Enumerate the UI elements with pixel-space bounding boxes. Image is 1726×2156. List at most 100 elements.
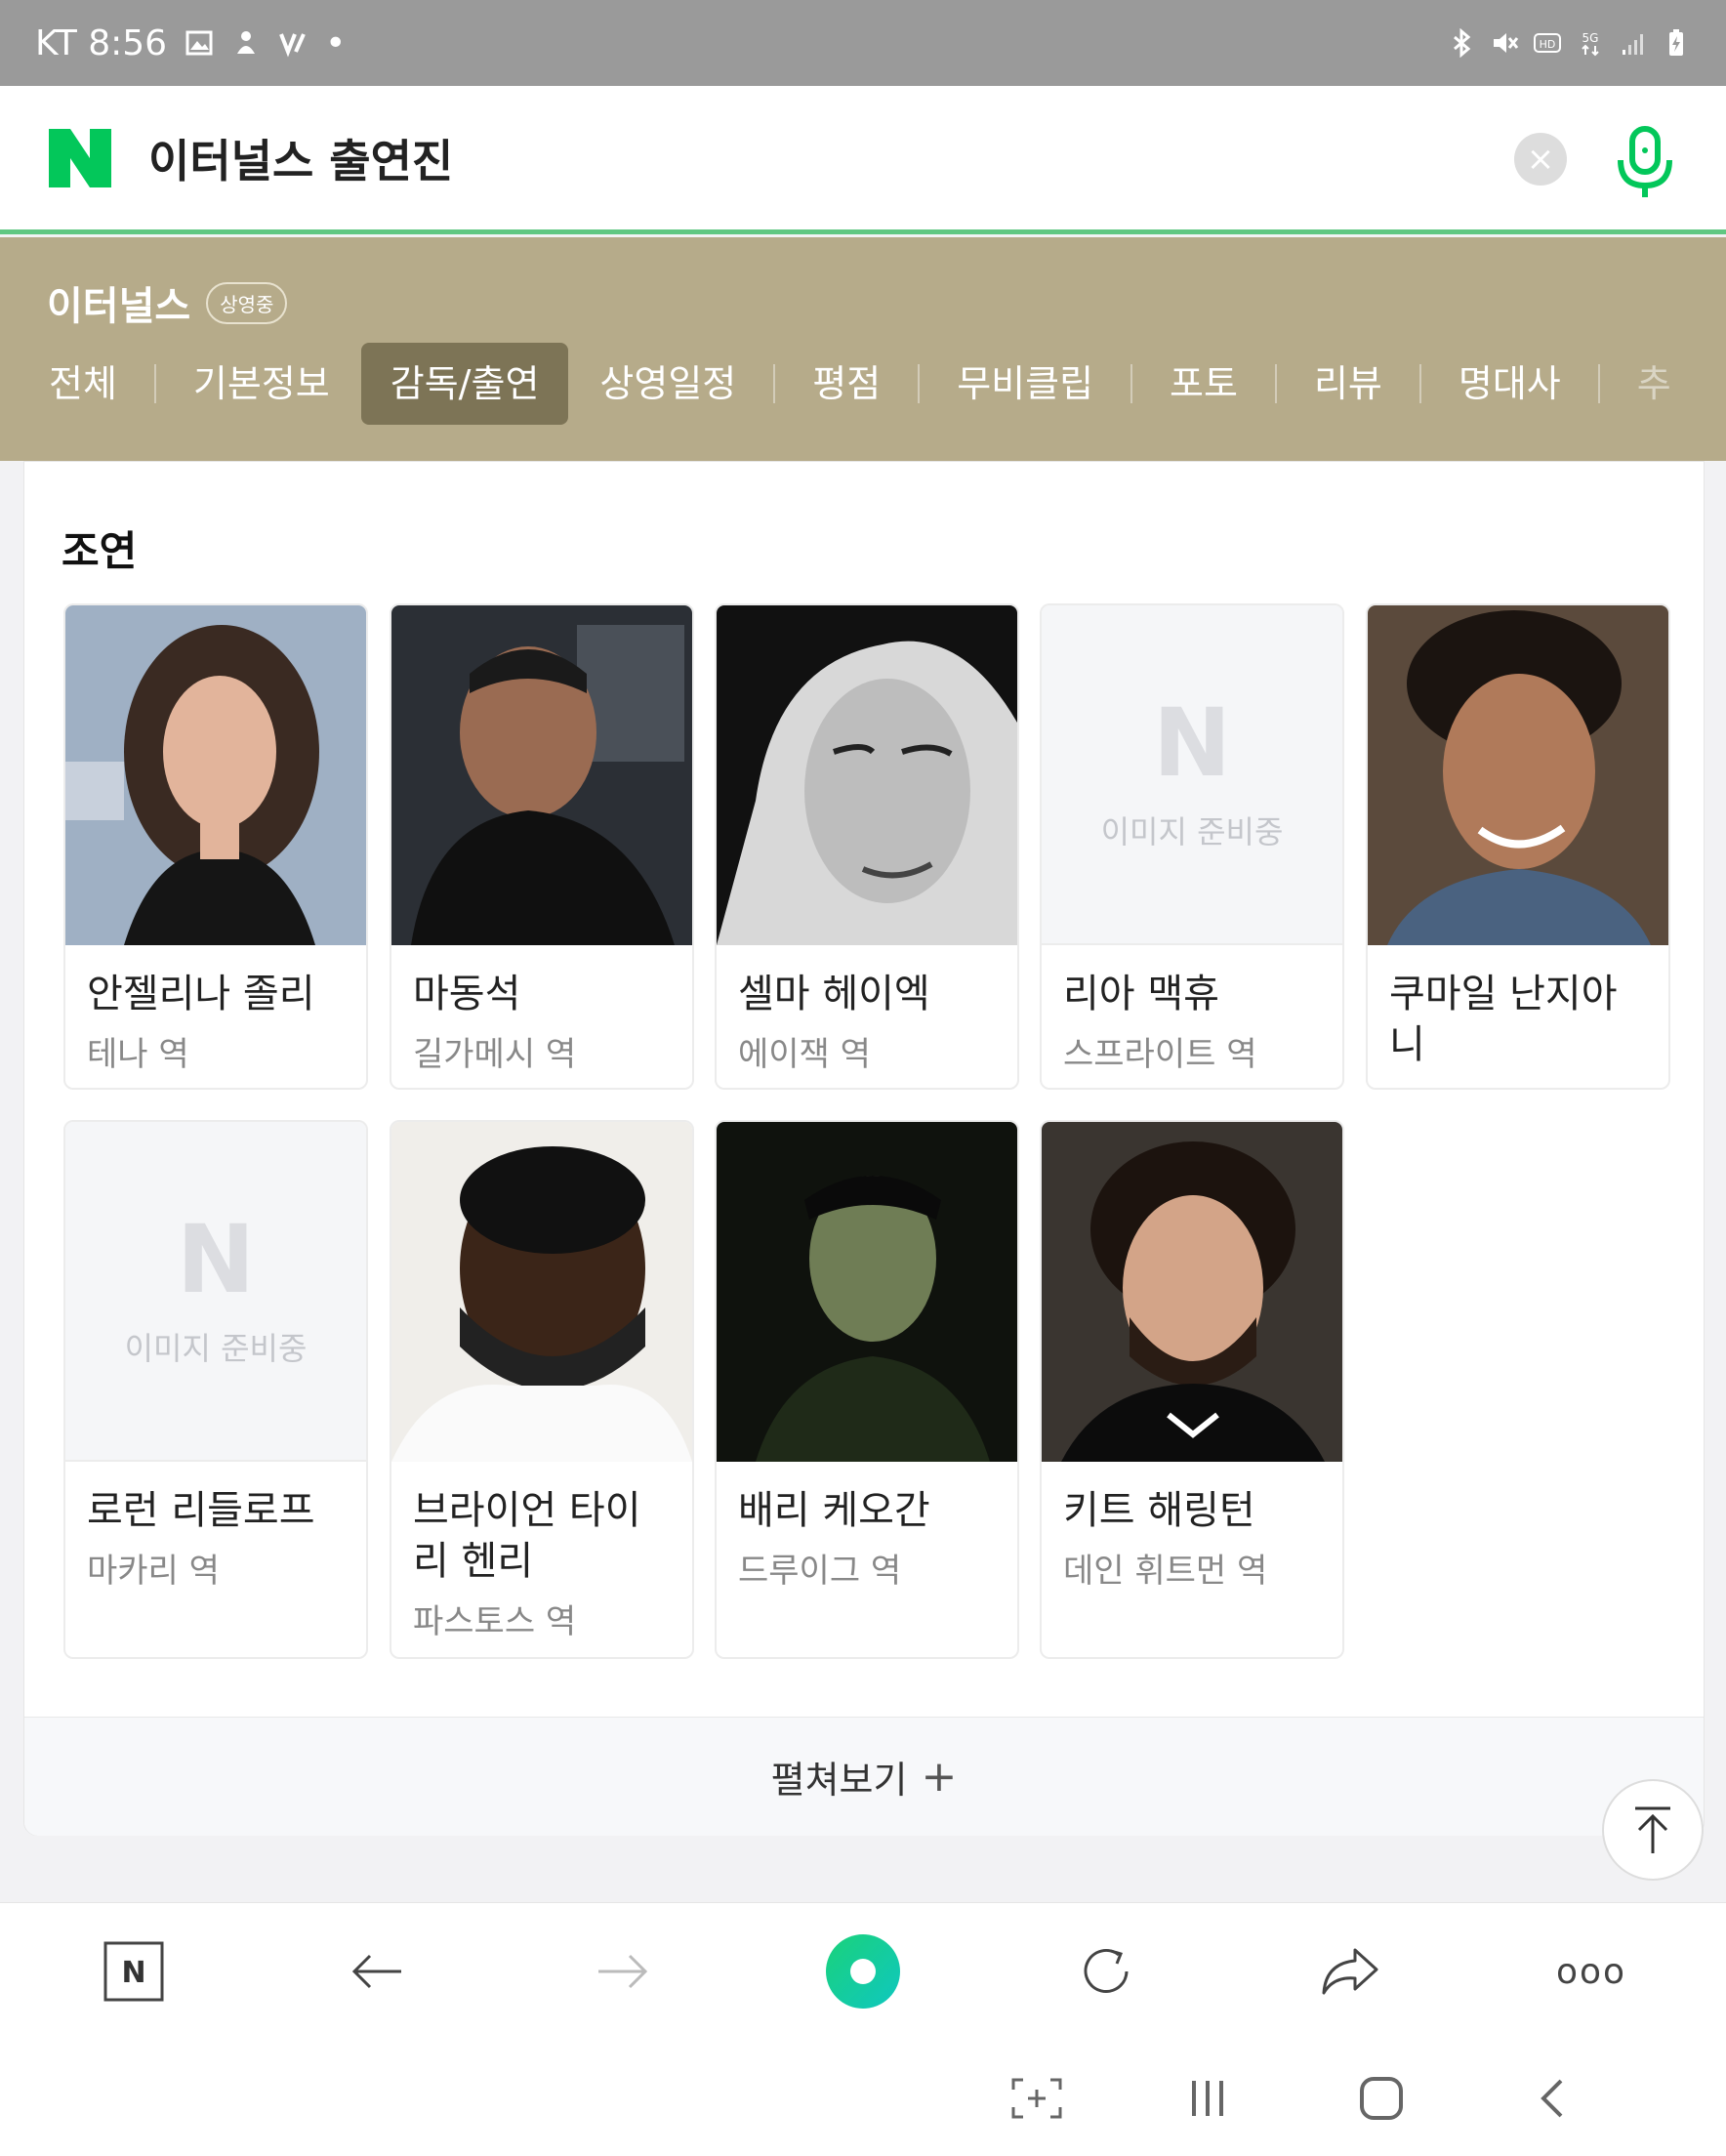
naver-home-icon: N xyxy=(103,1941,164,2002)
recent-apps-button[interactable] xyxy=(1173,2064,1242,2133)
cast-item[interactable]: 배리 케오간 드루이그 역 xyxy=(715,1120,1019,1659)
more-icon: ooo xyxy=(1555,1951,1627,1992)
tab-divider xyxy=(773,364,776,403)
actor-photo[interactable] xyxy=(391,605,692,945)
actor-name[interactable]: 브라이언 타이리 헨리 xyxy=(413,1485,671,1587)
tab-movie-clip[interactable]: 무비클립 xyxy=(937,343,1113,425)
actor-photo[interactable] xyxy=(65,605,366,945)
movie-tabs: 전체 기본정보 감독/출연 상영일정 평점 무비클립 포토 리뷰 명대사 추 xyxy=(29,343,1691,425)
system-nav-bar xyxy=(0,2035,1726,2156)
signal-icon xyxy=(1623,34,1643,55)
actor-role: 마카리 역 xyxy=(87,1552,220,1591)
chevron-left-icon xyxy=(1541,2079,1563,2118)
refresh-button[interactable] xyxy=(1067,1932,1145,2011)
actor-name[interactable]: 배리 케오간 xyxy=(738,1485,996,1536)
cast-info: 셀마 헤이엑 에이잭 역 xyxy=(717,945,1017,1088)
photo-placeholder[interactable]: N 이미지 준비중 xyxy=(65,1122,366,1462)
svg-text:HD: HD xyxy=(1540,38,1556,51)
actor-role: 길가메시 역 xyxy=(413,1035,577,1074)
actor-photo[interactable] xyxy=(1042,1122,1342,1462)
share-button[interactable] xyxy=(1311,1932,1389,2011)
actor-name[interactable]: 안젤리나 졸리 xyxy=(87,969,345,1019)
cast-card: 조연 안젤리나 졸리 테나 역 마동석 길가메시 역 셀마 헤이엑 에이잭 역 … xyxy=(23,461,1705,1836)
app-notification-icon xyxy=(237,31,256,54)
vpn-icon xyxy=(279,33,306,58)
cast-info: 배리 케오간 드루이그 역 xyxy=(717,1462,1017,1619)
back-nav-button[interactable] xyxy=(1518,2064,1586,2133)
status-badge: 상영중 xyxy=(206,281,288,324)
carrier-time: KT 8:56 xyxy=(35,22,168,63)
5g-icon: 5G xyxy=(1582,31,1599,57)
tab-review[interactable]: 리뷰 xyxy=(1294,343,1402,425)
tab-quotes[interactable]: 명대사 xyxy=(1439,343,1581,425)
forward-button[interactable] xyxy=(583,1932,661,2011)
movie-title[interactable]: 이터널스 xyxy=(47,274,190,331)
actor-name[interactable]: 셀마 헤이엑 xyxy=(738,969,996,1019)
actor-name[interactable]: 로런 리들로프 xyxy=(87,1485,345,1536)
actor-name[interactable]: 마동석 xyxy=(413,969,671,1019)
screenshot-capture-button[interactable] xyxy=(1003,2064,1071,2133)
tab-showtimes[interactable]: 상영일정 xyxy=(580,343,756,425)
actor-photo[interactable] xyxy=(391,1122,692,1462)
back-button[interactable] xyxy=(339,1932,417,2011)
hd-icon: HD xyxy=(1534,33,1561,53)
cast-item[interactable]: 셀마 헤이엑 에이잭 역 xyxy=(715,603,1019,1090)
expand-label: 펼쳐보기 xyxy=(770,1759,908,1802)
home-nav-button[interactable] xyxy=(1347,2064,1416,2133)
tab-more[interactable]: 추 xyxy=(1618,343,1691,425)
naver-logo-icon[interactable] xyxy=(49,128,111,187)
tab-rating[interactable]: 평점 xyxy=(793,343,900,425)
tab-divider xyxy=(1130,364,1133,403)
actor-name[interactable]: 리아 맥휴 xyxy=(1063,969,1321,1019)
home-nav-icon xyxy=(1360,2077,1403,2120)
tab-photo[interactable]: 포토 xyxy=(1150,343,1257,425)
clear-search-button[interactable]: × xyxy=(1514,133,1567,186)
tab-all[interactable]: 전체 xyxy=(29,343,137,425)
search-input[interactable]: 이터널스 출연진 xyxy=(148,126,453,190)
browser-toolbar: N ooo xyxy=(0,1902,1726,2035)
home-button[interactable]: N xyxy=(95,1932,173,2011)
cast-info: 로런 리들로프 마카리 역 xyxy=(65,1462,366,1619)
tab-divider xyxy=(153,364,156,403)
expand-button[interactable]: 펼쳐보기 + xyxy=(24,1717,1704,1836)
cast-info: 키트 해링턴 데인 휘트먼 역 xyxy=(1042,1462,1342,1619)
cast-item[interactable]: 안젤리나 졸리 테나 역 xyxy=(63,603,368,1090)
actor-role: 에이잭 역 xyxy=(738,1035,871,1074)
naver-placeholder-icon: N xyxy=(1152,688,1232,798)
share-icon xyxy=(1322,1948,1378,1995)
actor-name[interactable]: 쿠마일 난지아니 xyxy=(1389,969,1647,1070)
placeholder-text: 이미지 준비중 xyxy=(124,1330,308,1367)
placeholder-text: 이미지 준비중 xyxy=(1100,813,1284,850)
naver-placeholder-icon: N xyxy=(176,1205,256,1314)
cast-item[interactable]: 마동석 길가메시 역 xyxy=(390,603,694,1090)
cast-item[interactable]: 브라이언 타이리 헨리 파스토스 역 xyxy=(390,1120,694,1659)
more-button[interactable]: ooo xyxy=(1552,1932,1630,2011)
section-title: 조연 xyxy=(62,527,138,575)
cast-item[interactable]: N 이미지 준비중 로런 리들로프 마카리 역 xyxy=(63,1120,368,1659)
page: KT 8:56 • HD 5G 이터널스 출연진 × 이터널스 상영중 전체 기… xyxy=(0,0,1726,2156)
cast-item[interactable]: 쿠마일 난지아니 킨고 역 xyxy=(1366,603,1670,1090)
tab-basic-info[interactable]: 기본정보 xyxy=(174,343,349,425)
photo-placeholder[interactable]: N 이미지 준비중 xyxy=(1042,605,1342,945)
tab-divider xyxy=(1274,364,1277,403)
actor-photo[interactable] xyxy=(717,1122,1017,1462)
scroll-to-top-button[interactable] xyxy=(1602,1779,1704,1881)
actor-role: 파스토스 역 xyxy=(413,1602,577,1641)
actor-photo[interactable] xyxy=(717,605,1017,945)
cast-item[interactable]: 키트 해링턴 데인 휘트먼 역 xyxy=(1040,1120,1344,1659)
microphone-icon[interactable] xyxy=(1611,123,1679,201)
tab-director-cast[interactable]: 감독/출연 xyxy=(360,343,569,425)
status-bar: KT 8:56 • HD 5G xyxy=(0,0,1726,86)
arrow-up-to-top-icon xyxy=(1635,1806,1670,1853)
cast-item[interactable]: N 이미지 준비중 리아 맥휴 스프라이트 역 xyxy=(1040,603,1344,1090)
green-dot-button[interactable] xyxy=(824,1932,902,2011)
cast-info: 브라이언 타이리 헨리 파스토스 역 xyxy=(391,1462,692,1657)
actor-photo[interactable] xyxy=(1368,605,1668,945)
search-bar: 이터널스 출연진 × xyxy=(0,86,1726,234)
battery-icon xyxy=(1669,29,1683,56)
capture-icon xyxy=(1011,2078,1062,2119)
bluetooth-icon xyxy=(1454,28,1471,58)
cast-info: 마동석 길가메시 역 xyxy=(391,945,692,1088)
tab-divider xyxy=(1418,364,1421,403)
actor-name[interactable]: 키트 해링턴 xyxy=(1063,1485,1321,1536)
